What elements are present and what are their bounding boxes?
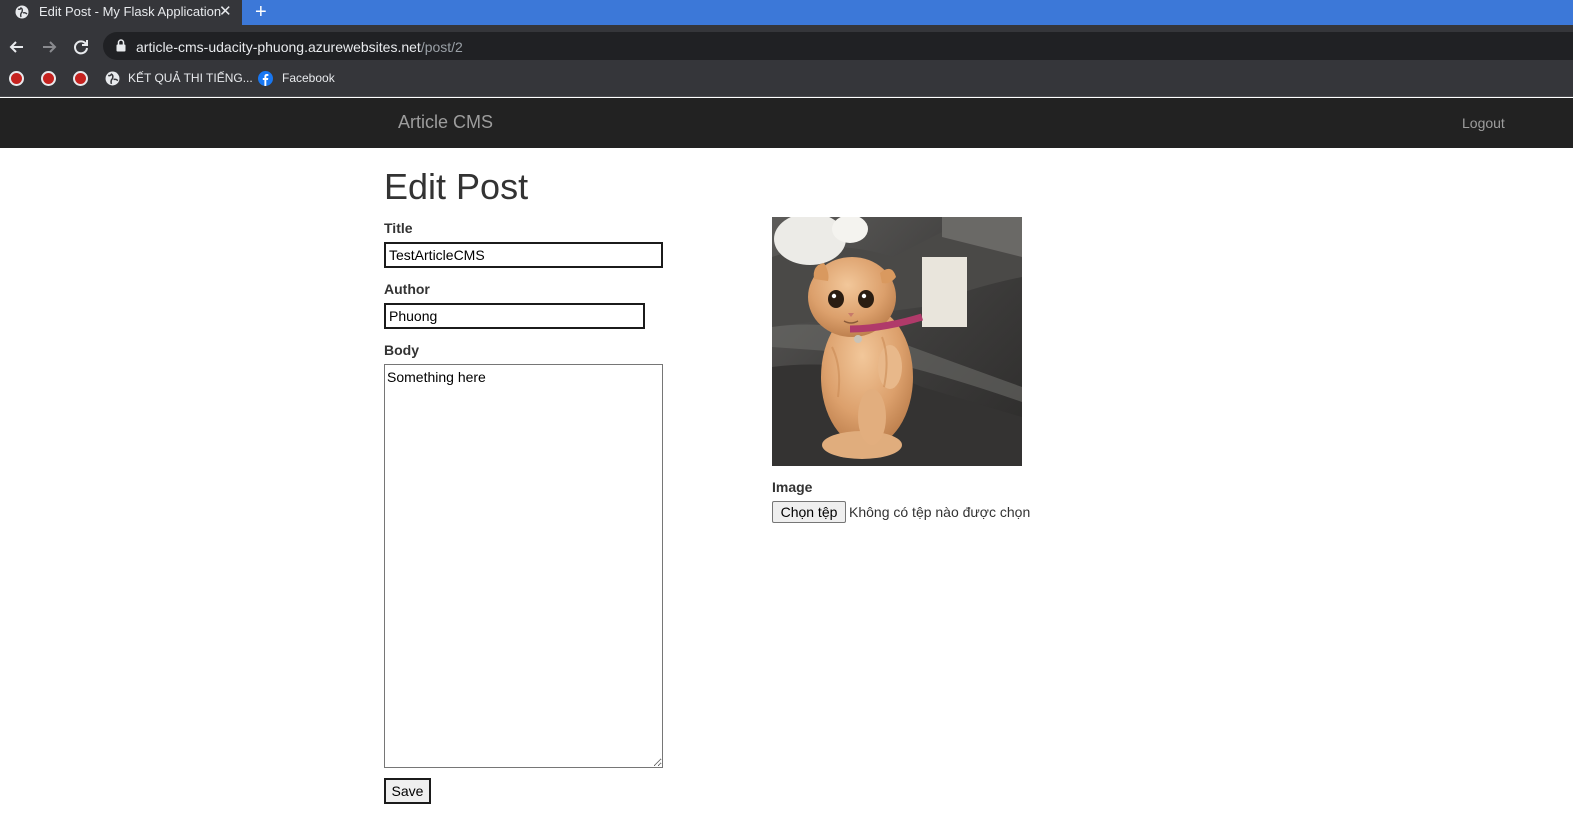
forward-arrow-icon[interactable] bbox=[39, 37, 59, 57]
url-host: article-cms-udacity-phuong.azurewebsites… bbox=[136, 39, 421, 55]
choose-file-button[interactable]: Chọn tệp bbox=[772, 501, 846, 523]
bookmark-red-icon[interactable] bbox=[73, 71, 88, 86]
bookmark-red-icon[interactable] bbox=[41, 71, 56, 86]
bookmark-ket-qua[interactable]: KẾT QUẢ THI TIẾNG... bbox=[128, 71, 253, 85]
reload-icon[interactable] bbox=[71, 37, 91, 57]
navbar-brand[interactable]: Article CMS bbox=[398, 112, 493, 133]
author-input[interactable] bbox=[384, 303, 645, 329]
body-textarea[interactable]: Something here bbox=[384, 364, 663, 768]
new-tab-icon[interactable]: + bbox=[255, 1, 267, 23]
tab-title: Edit Post - My Flask Application bbox=[39, 4, 222, 19]
site-navbar bbox=[0, 98, 1573, 148]
file-status-text: Không có tệp nào được chọn bbox=[849, 504, 1031, 520]
cat-photo bbox=[772, 217, 1022, 466]
save-button[interactable]: Save bbox=[384, 778, 431, 804]
bookmark-red-icon[interactable] bbox=[9, 71, 24, 86]
body-label: Body bbox=[384, 342, 419, 358]
lock-icon bbox=[116, 39, 126, 52]
bookmark-facebook[interactable]: Facebook bbox=[282, 71, 335, 85]
browser-tab-active[interactable]: Edit Post - My Flask Application ✕ bbox=[0, 0, 242, 25]
image-label: Image bbox=[772, 479, 813, 495]
globe-icon bbox=[105, 71, 120, 86]
back-arrow-icon[interactable] bbox=[7, 37, 27, 57]
url-path: /post/2 bbox=[420, 39, 463, 55]
page-title: Edit Post bbox=[384, 166, 529, 207]
facebook-icon bbox=[258, 71, 273, 86]
url-text[interactable]: article-cms-udacity-phuong.azurewebsites… bbox=[136, 39, 463, 55]
globe-icon bbox=[15, 5, 29, 19]
close-tab-icon[interactable]: ✕ bbox=[219, 3, 232, 21]
logout-link[interactable]: Logout bbox=[1462, 115, 1505, 131]
post-image bbox=[772, 217, 1022, 466]
author-label: Author bbox=[384, 281, 430, 297]
title-input[interactable] bbox=[384, 242, 663, 268]
title-label: Title bbox=[384, 220, 413, 236]
